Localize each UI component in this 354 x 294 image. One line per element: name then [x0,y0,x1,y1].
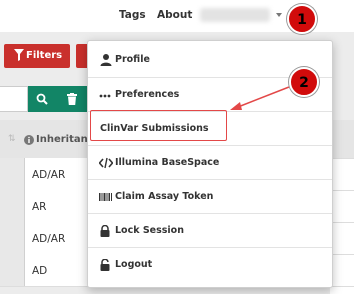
menu-item-lock-session[interactable]: Lock Session [88,214,332,247]
table-cell [330,254,354,287]
unlock-icon [100,259,110,271]
table-row[interactable]: AD/AR [0,222,90,255]
menu-item-logout[interactable]: Logout [88,248,332,281]
search-input[interactable] [0,86,28,112]
menu-item-label: Illumina BaseSpace [115,157,220,168]
menu-item-label: Lock Session [115,225,184,236]
menu-item-illumina-basespace[interactable]: Illumina BaseSpace [88,146,332,179]
search-icon [36,93,48,105]
filters-button-label: Filters [26,50,63,61]
row-selector-cell [0,190,25,222]
table-cell [330,222,354,255]
table-cell [330,158,354,191]
table-row[interactable]: AD/AR [0,158,90,191]
user-icon [100,54,112,66]
table-row[interactable]: AR [0,190,90,223]
menu-item-claim-assay-token[interactable]: Claim Assay Token [88,180,332,213]
filters-button[interactable]: Filters [4,44,70,68]
barcode-icon [99,193,112,201]
inheritance-cell: AR [32,201,47,213]
code-icon [99,157,113,169]
inheritance-cell: AD [32,265,48,277]
row-selector-cell [0,254,25,286]
ellipsis-icon [99,94,111,98]
sort-icon[interactable]: ⇅ [8,134,16,144]
step-badge-1: 1 [287,4,317,34]
row-selector-cell [0,158,25,190]
table-cell [330,190,354,223]
row-selector-cell [0,222,25,254]
trash-icon [67,93,77,105]
table-header-cell [330,120,354,159]
menu-item-label: Profile [115,54,150,65]
menu-item-label: Preferences [115,89,180,100]
highlight-box [90,110,227,141]
inheritance-cell: AD/AR [32,233,66,245]
step-badge-2: 2 [289,67,319,97]
search-button[interactable] [28,86,54,112]
username-menu-toggle[interactable] [200,8,270,22]
info-icon [24,135,34,145]
lock-icon [100,225,110,237]
table-row[interactable]: AD [0,254,90,287]
nav-about-link[interactable]: About [157,9,192,21]
inheritance-cell: AD/AR [32,169,66,181]
nav-tags-link[interactable]: Tags [119,9,146,21]
filter-icon [14,49,24,61]
table-header: ⇅ Inheritance [0,120,100,159]
menu-item-label: Logout [115,259,153,270]
table-right-column [330,120,354,294]
variants-table: ⇅ Inheritance AD/AR AR AD/AR AD [0,120,100,294]
menu-item-label: Claim Assay Token [115,191,214,202]
caret-down-icon[interactable] [276,13,282,17]
clear-button[interactable] [54,86,90,112]
